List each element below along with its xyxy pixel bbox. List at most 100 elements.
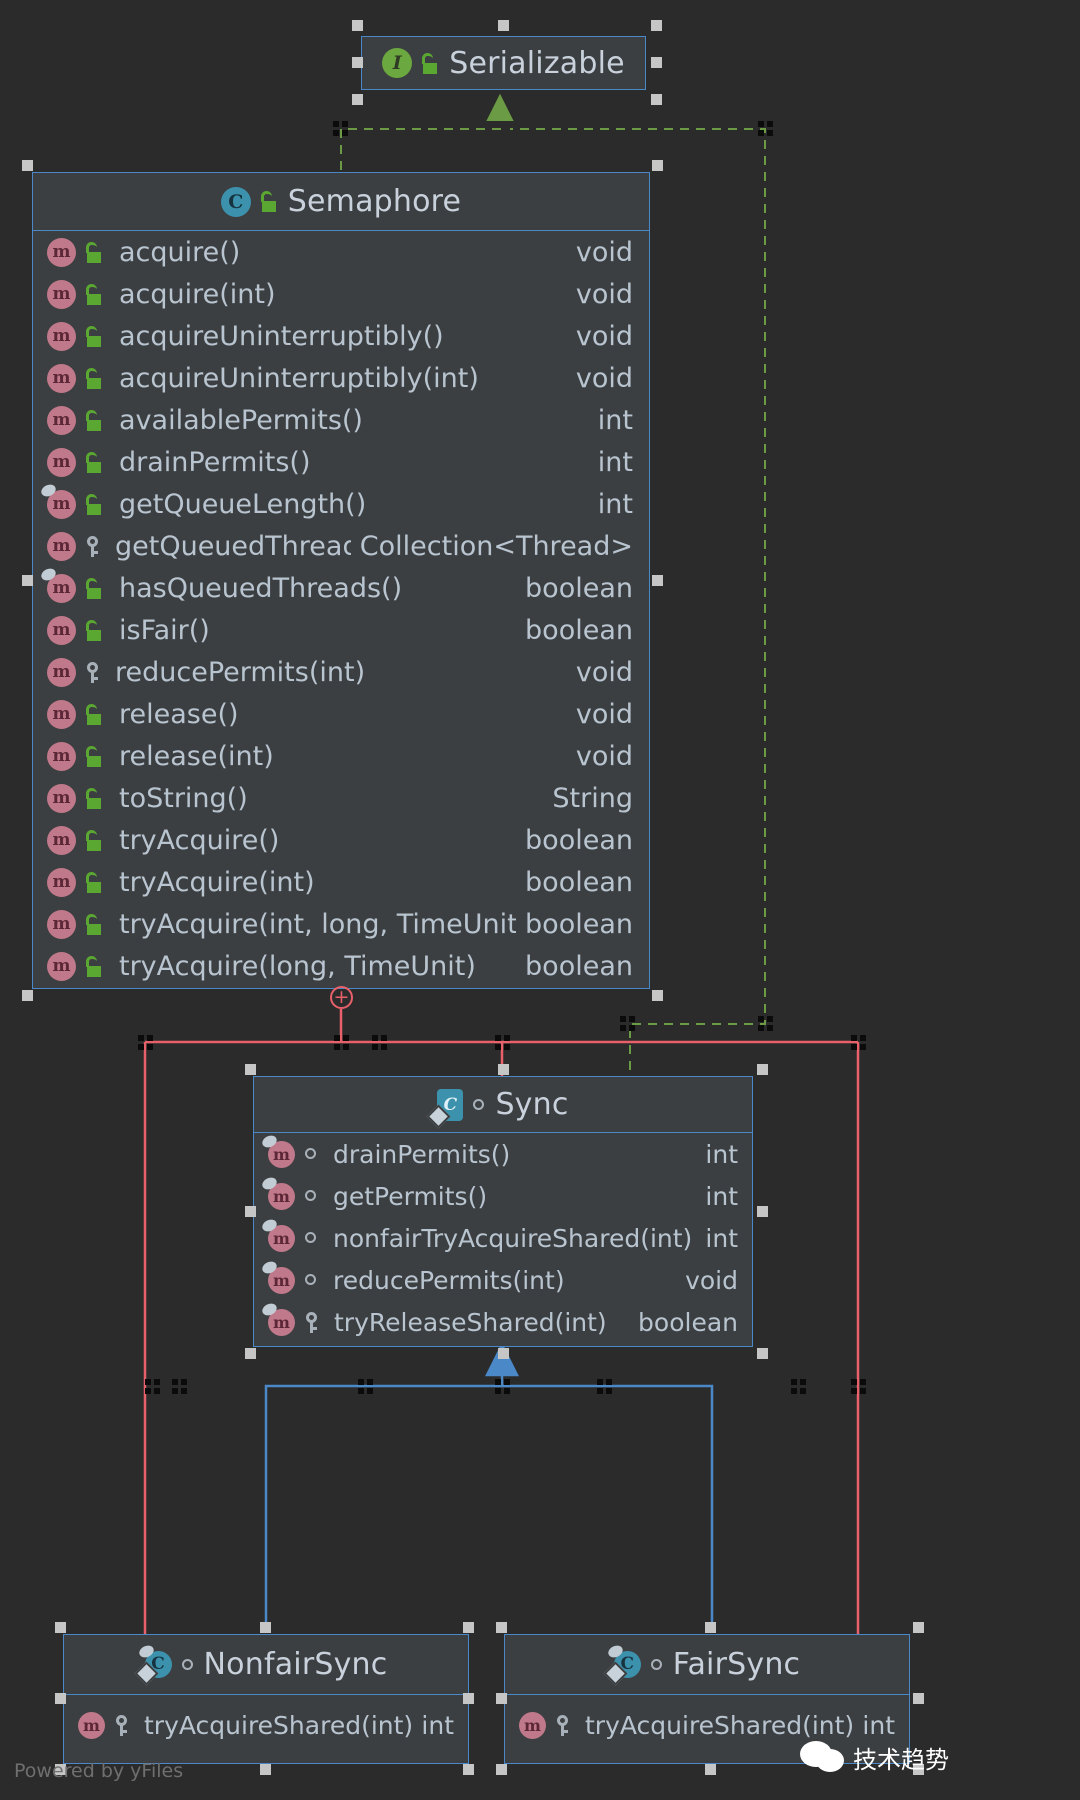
edge-bend-handle[interactable] — [495, 1035, 510, 1050]
member-row[interactable]: m hasQueuedThreads() boolean — [33, 567, 649, 609]
selection-handle[interactable] — [463, 1622, 474, 1633]
member-row[interactable]: m tryAcquire(int) boolean — [33, 861, 649, 903]
member-type: int — [862, 1710, 895, 1740]
selection-handle[interactable] — [652, 575, 663, 586]
selection-handle[interactable] — [498, 20, 509, 31]
method-icon: m — [268, 1266, 295, 1294]
edge-bend-handle[interactable] — [334, 1035, 349, 1050]
selection-handle[interactable] — [55, 1622, 66, 1633]
member-row[interactable]: m acquire() void — [33, 231, 649, 273]
public-unlocked-icon — [85, 913, 104, 935]
member-row[interactable]: m acquireUninterruptibly() void — [33, 315, 649, 357]
selection-handle[interactable] — [913, 1622, 924, 1633]
selection-handle[interactable] — [705, 1764, 716, 1775]
selection-handle[interactable] — [498, 1348, 509, 1359]
selection-handle[interactable] — [245, 1064, 256, 1075]
selection-handle[interactable] — [651, 94, 662, 105]
member-row[interactable]: m acquire(int) void — [33, 273, 649, 315]
member-row[interactable]: m release() void — [33, 693, 649, 735]
edge-semaphore-implements-serializable[interactable] — [340, 108, 500, 170]
member-row[interactable]: m getQueueLength() int — [33, 483, 649, 525]
selection-handle[interactable] — [352, 20, 363, 31]
selection-handle[interactable] — [245, 1206, 256, 1217]
method-icon: m — [268, 1182, 295, 1210]
selection-handle[interactable] — [651, 57, 662, 68]
selection-handle[interactable] — [22, 160, 33, 171]
member-row[interactable]: m acquireUninterruptibly(int) void — [33, 357, 649, 399]
public-unlocked-icon — [85, 703, 104, 725]
selection-handle[interactable] — [498, 1064, 509, 1075]
member-row[interactable]: m tryAcquire() boolean — [33, 819, 649, 861]
node-semaphore-members: m acquire() void m acquire(int) void m acquireU… — [33, 231, 649, 987]
member-row[interactable]: m tryReleaseShared(int) boolean — [254, 1301, 752, 1343]
edge-bend-handle[interactable] — [758, 121, 773, 136]
selection-handle[interactable] — [496, 1693, 507, 1704]
edge-bend-handle[interactable] — [620, 1016, 635, 1031]
selection-handle[interactable] — [652, 990, 663, 1001]
selection-handle[interactable] — [22, 575, 33, 586]
member-row[interactable]: m tryAcquire(long, TimeUnit) boolean — [33, 945, 649, 987]
member-icon-group: m — [47, 321, 104, 351]
member-name: tryReleaseShared(int) — [334, 1307, 607, 1337]
selection-handle[interactable] — [757, 1064, 768, 1075]
nesting-plus-marker[interactable]: + — [330, 986, 353, 1009]
package-private-icon — [650, 1658, 664, 1672]
member-row[interactable]: m release(int) void — [33, 735, 649, 777]
selection-handle[interactable] — [705, 1622, 716, 1633]
member-icon-group: m — [47, 741, 104, 771]
edge-bend-handle[interactable] — [333, 121, 348, 136]
method-icon: m — [47, 699, 76, 729]
node-semaphore[interactable]: C Semaphore m acquire() void m acquire(int) v… — [32, 172, 650, 989]
selection-handle[interactable] — [913, 1693, 924, 1704]
edge-bend-handle[interactable] — [791, 1379, 806, 1394]
node-nonfairsync-header: C NonfairSync — [64, 1635, 468, 1695]
selection-handle[interactable] — [260, 1764, 271, 1775]
edge-bend-handle[interactable] — [358, 1379, 373, 1394]
public-unlocked-icon — [85, 451, 104, 473]
member-row[interactable]: m tryAcquire(int, long, TimeUnit) boolean — [33, 903, 649, 945]
public-unlocked-icon — [260, 191, 279, 212]
diagram-canvas[interactable]: Serializable (green dashed) --> Serializ… — [0, 0, 1080, 1800]
selection-handle[interactable] — [352, 94, 363, 105]
edge-bend-handle[interactable] — [495, 1379, 510, 1394]
selection-handle[interactable] — [757, 1348, 768, 1359]
node-serializable[interactable]: I Serializable — [361, 36, 646, 90]
edge-bend-handle[interactable] — [172, 1379, 187, 1394]
yfiles-watermark: Powered by yFiles — [14, 1760, 184, 1782]
selection-handle[interactable] — [22, 990, 33, 1001]
member-row[interactable]: m reducePermits(int) void — [33, 651, 649, 693]
selection-handle[interactable] — [496, 1622, 507, 1633]
selection-handle[interactable] — [652, 160, 663, 171]
edge-bend-handle[interactable] — [145, 1379, 160, 1394]
member-row[interactable]: m isFair() boolean — [33, 609, 649, 651]
member-row[interactable]: m availablePermits() int — [33, 399, 649, 441]
edge-bend-handle[interactable] — [851, 1379, 866, 1394]
selection-handle[interactable] — [463, 1693, 474, 1704]
edge-bend-handle[interactable] — [372, 1035, 387, 1050]
member-row[interactable]: m drainPermits() int — [33, 441, 649, 483]
member-row[interactable]: m getQueuedThreads()Collection<Thread> — [33, 525, 649, 567]
edge-bend-handle[interactable] — [597, 1379, 612, 1394]
member-name: drainPermits() — [333, 1139, 511, 1169]
edge-generalizations-to-sync[interactable] — [264, 1360, 714, 1628]
edge-bend-handle[interactable] — [758, 1016, 773, 1031]
selection-handle[interactable] — [757, 1206, 768, 1217]
member-row[interactable]: m toString() String — [33, 777, 649, 819]
selection-handle[interactable] — [352, 57, 363, 68]
node-sync[interactable]: C Sync m drainPermits() int m getPermits() in… — [253, 1076, 753, 1347]
edge-bend-handle[interactable] — [138, 1035, 153, 1050]
member-row[interactable]: m reducePermits(int) void — [254, 1259, 752, 1301]
selection-handle[interactable] — [463, 1764, 474, 1775]
member-row[interactable]: m nonfairTryAcquireShared(int) int — [254, 1217, 752, 1259]
selection-handle[interactable] — [260, 1622, 271, 1633]
selection-handle[interactable] — [55, 1693, 66, 1704]
selection-handle[interactable] — [496, 1764, 507, 1775]
member-type: boolean — [525, 614, 633, 646]
member-row[interactable]: m drainPermits() int — [254, 1133, 752, 1175]
selection-handle[interactable] — [651, 20, 662, 31]
edge-bend-handle[interactable] — [851, 1035, 866, 1050]
member-row[interactable]: m getPermits() int — [254, 1175, 752, 1217]
member-row[interactable]: m tryAcquireShared(int) int — [64, 1695, 468, 1755]
node-nonfairsync[interactable]: C NonfairSync m tryAcquireShared(int) int — [63, 1634, 469, 1764]
selection-handle[interactable] — [245, 1348, 256, 1359]
